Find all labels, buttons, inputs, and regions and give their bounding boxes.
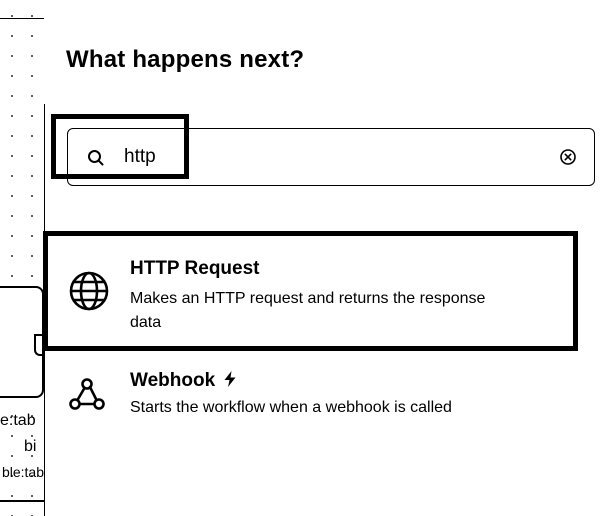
bolt-icon [224,371,236,387]
result-item-description: Makes an HTTP request and returns the re… [130,290,486,307]
canvas-node-label: bi [24,438,37,455]
result-item-title: Webhook [130,370,237,392]
canvas-bottom-line [0,500,44,502]
clear-icon[interactable] [559,148,577,166]
result-item-http-request[interactable]: HTTP Request Makes an HTTP request and r… [43,231,578,351]
canvas-node-label: e:tab [0,412,36,429]
result-item-description: data [130,314,162,331]
result-item-webhook[interactable]: Webhook Starts the workflow when a webho… [44,358,612,438]
search-input-value[interactable]: http [124,146,156,168]
search-icon [88,150,104,166]
result-item-title-text: Webhook [130,370,216,391]
canvas-node-label: ble:tab [1,464,44,480]
globe-icon [69,271,109,311]
result-item-title: HTTP Request [130,258,260,279]
result-item-description: Starts the workflow when a webhook is ca… [130,399,452,416]
webhook-icon [69,378,105,410]
panel-title: What happens next? [66,46,305,73]
